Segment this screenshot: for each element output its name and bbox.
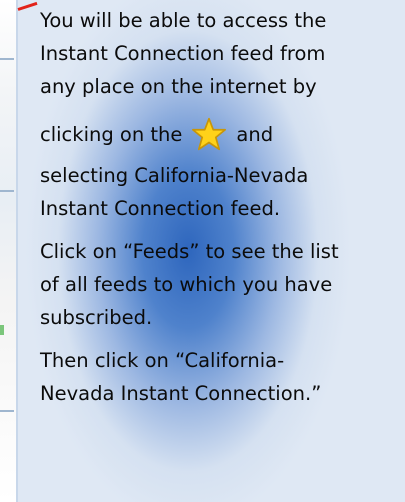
star-instruction-line: clicking on the and [40, 109, 400, 159]
callout-text: You will be able to access the Instant C… [40, 4, 400, 420]
text-line: subscribed. [40, 306, 153, 329]
text-line: Click on “Feeds” to see the list [40, 240, 339, 263]
callout-pointer-line [17, 1, 38, 11]
paragraph-select-feed: Then click on “California- Nevada Instan… [40, 344, 400, 410]
text-line: Then click on “California- [40, 349, 285, 372]
text-line: of all feeds to which you have [40, 273, 333, 296]
text-line: Instant Connection feed. [40, 197, 281, 220]
favorites-star-icon [192, 117, 227, 151]
instruction-callout: You will be able to access the Instant C… [16, 0, 405, 502]
text-line: You will be able to access the [40, 9, 327, 32]
strip-divider [0, 190, 14, 192]
paragraph-feeds: Click on “Feeds” to see the list of all … [40, 235, 400, 334]
text-line: Instant Connection feed from [40, 42, 326, 65]
paragraph-access: You will be able to access the Instant C… [40, 4, 400, 225]
text-line: selecting California-Nevada [40, 164, 309, 187]
text-line: Nevada Instant Connection.” [40, 382, 322, 405]
background-window-strip [0, 0, 17, 502]
strip-divider [0, 410, 14, 412]
text-fragment: and [236, 122, 274, 146]
strip-divider [0, 58, 14, 60]
text-line: any place on the internet by [40, 75, 317, 98]
text-fragment: clicking on the [40, 122, 183, 146]
strip-marker [0, 325, 4, 335]
